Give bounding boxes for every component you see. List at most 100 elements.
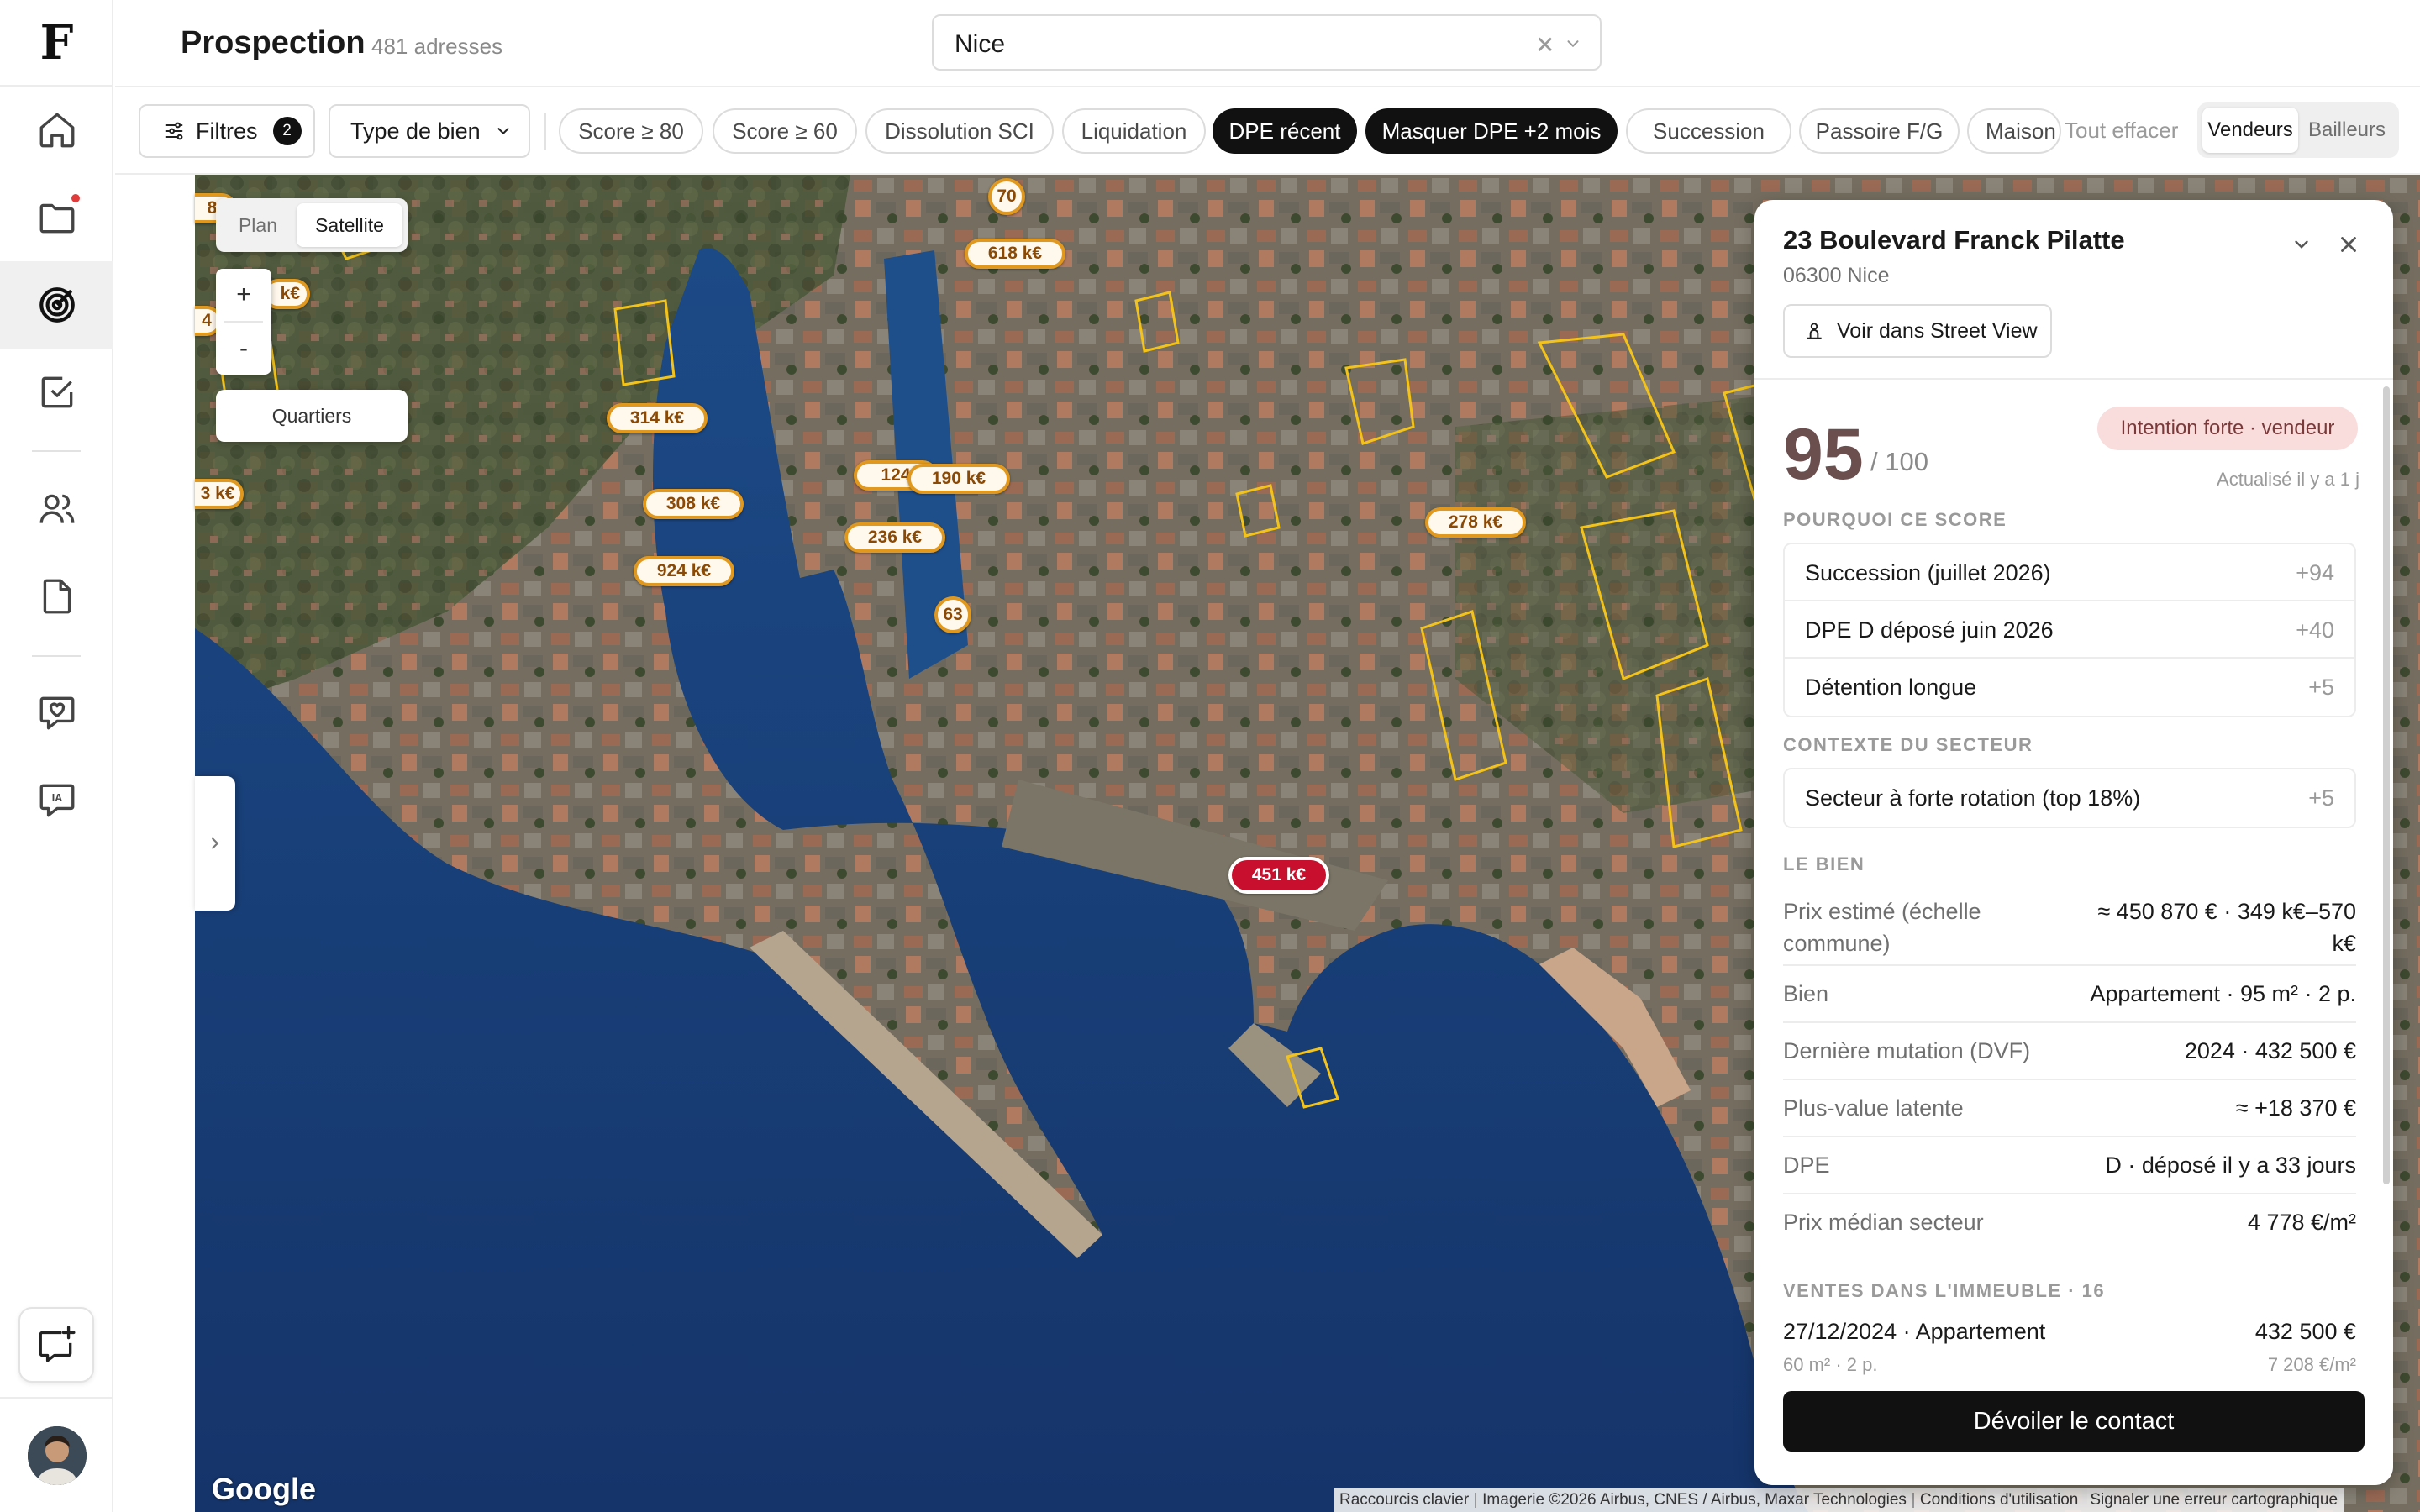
property-key: Plus-value latente bbox=[1783, 1095, 1964, 1121]
price-marker[interactable]: 618 k€ bbox=[965, 239, 1065, 269]
building-sales-title: VENTES DANS L'IMMEUBLE · 16 bbox=[1783, 1280, 2106, 1301]
property-key: Prix estimé (échelle commune) bbox=[1783, 899, 1981, 956]
filter-divider bbox=[544, 113, 546, 150]
property-row: Plus-value latente ≈ +18 370 € bbox=[1783, 1080, 2356, 1137]
favorites-nav-button[interactable] bbox=[0, 669, 113, 756]
chevron-down-icon[interactable] bbox=[1564, 34, 1582, 53]
clear-icon[interactable]: ✕ bbox=[1535, 31, 1555, 59]
price-marker[interactable]: 278 k€ bbox=[1425, 507, 1526, 538]
intent-badge: Intention forte · vendeur bbox=[2097, 407, 2358, 450]
checkbox-icon bbox=[41, 376, 72, 408]
new-chat-button[interactable] bbox=[18, 1307, 94, 1383]
sale-price: 432 500 € bbox=[2254, 1319, 2356, 1344]
terms-link[interactable]: Conditions d'utilisation bbox=[1914, 1491, 2084, 1509]
list-item: Succession (juillet 2026) +94 bbox=[1785, 544, 2354, 601]
selected-price-marker[interactable]: 451 k€ bbox=[1228, 857, 1329, 894]
toggle-landlords[interactable]: Bailleurs bbox=[2300, 108, 2394, 153]
list-item: DPE D déposé juin 2026 +40 bbox=[1785, 601, 2354, 659]
prospection-nav-button[interactable] bbox=[0, 261, 113, 349]
clear-all-filters-link[interactable]: Tout effacer bbox=[2065, 118, 2178, 144]
sale-detail: 60 m² · 2 p. bbox=[1783, 1354, 1878, 1375]
reason-points: +5 bbox=[2308, 675, 2334, 700]
reason-points: +94 bbox=[2296, 560, 2334, 585]
document-icon bbox=[43, 579, 71, 614]
filters-label: Filtres bbox=[196, 118, 258, 144]
property-value: D · déposé il y a 33 jours bbox=[2105, 1152, 2356, 1178]
user-menu[interactable] bbox=[0, 1397, 113, 1512]
price-marker[interactable]: 236 k€ bbox=[844, 522, 945, 553]
sidebar-divider bbox=[32, 655, 81, 657]
chip-recent-dpe[interactable]: DPE récent bbox=[1213, 108, 1357, 154]
property-type-dropdown[interactable]: Type de bien bbox=[329, 104, 530, 158]
price-marker[interactable]: 3 k€ bbox=[195, 479, 244, 509]
panel-footer: Dévoiler le contact bbox=[1754, 1379, 2393, 1485]
documents-nav-button[interactable] bbox=[0, 553, 113, 640]
app-logo[interactable]: F bbox=[0, 0, 113, 87]
property-value: Appartement · 95 m² · 2 p. bbox=[2090, 981, 2356, 1006]
audience-toggle: Vendeurs Bailleurs bbox=[2197, 102, 2399, 158]
avatar[interactable] bbox=[27, 1425, 87, 1485]
toggle-sellers[interactable]: Vendeurs bbox=[2202, 108, 2298, 153]
map-attribution: Raccourcis clavier Imagerie ©2026 Airbus… bbox=[1334, 1488, 2344, 1512]
heart-message-icon bbox=[39, 696, 74, 730]
chip-score-80[interactable]: Score ≥ 80 bbox=[559, 108, 703, 154]
panel-scrollbar[interactable] bbox=[2383, 386, 2390, 1184]
filters-button[interactable]: Filtres 2 bbox=[139, 104, 315, 158]
close-icon[interactable] bbox=[2336, 232, 2361, 257]
price-marker[interactable]: 924 k€ bbox=[634, 556, 734, 586]
property-city: 06300 Nice bbox=[1783, 264, 1890, 287]
sale-label: 27/12/2024 · Appartement bbox=[1783, 1319, 2046, 1344]
expand-list-handle[interactable] bbox=[195, 776, 235, 911]
folder-nav-button[interactable] bbox=[0, 174, 113, 261]
ai-nav-button[interactable]: IA bbox=[0, 756, 113, 843]
score-marker[interactable]: 63 bbox=[934, 596, 971, 633]
reason-label: Détention longue bbox=[1805, 675, 1977, 700]
tasks-nav-button[interactable] bbox=[0, 349, 113, 436]
price-marker[interactable]: 314 k€ bbox=[607, 403, 708, 433]
street-view-icon bbox=[1807, 323, 1822, 339]
property-value: 4 778 €/m² bbox=[2247, 1210, 2356, 1235]
chip-liquidation[interactable]: Liquidation bbox=[1062, 108, 1206, 154]
zoom-in-button[interactable]: + bbox=[216, 269, 271, 321]
map-mode-plan[interactable]: Plan bbox=[221, 203, 295, 247]
zoom-out-button[interactable]: - bbox=[216, 323, 271, 375]
contacts-nav-button[interactable] bbox=[0, 465, 113, 553]
street-view-button[interactable]: Voir dans Street View bbox=[1783, 304, 2052, 358]
home-icon bbox=[39, 113, 74, 148]
filter-bar: Filtres 2 Type de bien Score ≥ 80 Score … bbox=[115, 87, 2420, 175]
svg-text:IA: IA bbox=[51, 792, 62, 804]
price-marker[interactable]: 308 k€ bbox=[643, 489, 744, 519]
districts-button[interactable]: Quartiers bbox=[216, 390, 408, 442]
property-key: Dernière mutation (DVF) bbox=[1783, 1038, 2031, 1063]
chip-succession[interactable]: Succession bbox=[1626, 108, 1791, 154]
property-row: Prix estimé (échelle commune) ≈ 450 870 … bbox=[1783, 887, 2356, 966]
map-mode-satellite[interactable]: Satellite bbox=[297, 203, 402, 247]
price-marker[interactable]: 190 k€ bbox=[908, 464, 1010, 494]
notification-dot bbox=[69, 192, 82, 205]
property-row: Dernière mutation (DVF) 2024 · 432 500 € bbox=[1783, 1023, 2356, 1080]
property-key: Prix médian secteur bbox=[1783, 1210, 1984, 1235]
users-icon bbox=[39, 494, 74, 523]
property-row: DPE D · déposé il y a 33 jours bbox=[1783, 1137, 2356, 1194]
home-nav-button[interactable] bbox=[0, 87, 113, 174]
chip-energy-sieve[interactable]: Passoire F/G bbox=[1799, 108, 1960, 154]
page-title: Prospection bbox=[181, 25, 366, 60]
sliders-icon bbox=[165, 122, 183, 140]
map-type-toggle: Plan Satellite bbox=[216, 198, 408, 252]
list-item: Détention longue +5 bbox=[1785, 659, 2354, 716]
chip-house[interactable]: Maison bbox=[1967, 108, 2061, 154]
chip-sci-dissolution[interactable]: Dissolution SCI bbox=[865, 108, 1054, 154]
score-marker[interactable]: 70 bbox=[988, 178, 1025, 215]
reveal-contact-button[interactable]: Dévoiler le contact bbox=[1783, 1391, 2365, 1452]
chip-score-60[interactable]: Score ≥ 60 bbox=[713, 108, 857, 154]
chip-hide-old-dpe[interactable]: Masquer DPE +2 mois bbox=[1365, 108, 1618, 154]
report-error-link[interactable]: Signaler une erreur cartographique bbox=[2084, 1491, 2344, 1509]
keyboard-shortcuts-link[interactable]: Raccourcis clavier bbox=[1334, 1491, 1475, 1509]
city-search-value[interactable]: Nice bbox=[955, 30, 1005, 59]
chevron-down-icon[interactable] bbox=[2291, 234, 2312, 255]
sector-context-title: CONTEXTE DU SECTEUR bbox=[1783, 734, 2033, 755]
city-search-select[interactable]: Nice ✕ bbox=[932, 14, 1602, 71]
panel-scroll-area[interactable]: 95 / 100 Intention forte · vendeur Actua… bbox=[1754, 380, 2393, 1379]
score-reasons-title: POURQUOI CE SCORE bbox=[1783, 509, 2007, 530]
context-label: Secteur à forte rotation (top 18%) bbox=[1805, 785, 2141, 811]
